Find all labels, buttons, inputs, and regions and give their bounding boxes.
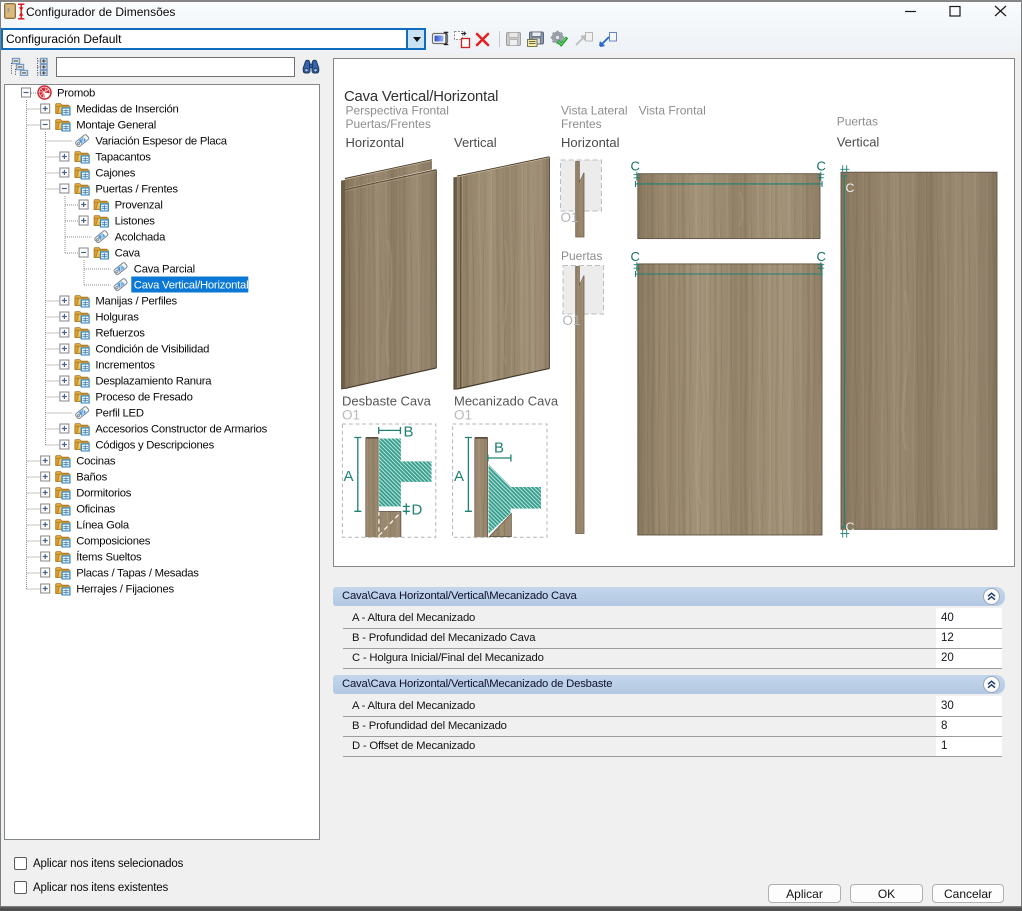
svg-text:Holguras: Holguras [95, 312, 139, 324]
svg-text:D: D [412, 502, 423, 519]
svg-text:C: C [631, 159, 640, 174]
svg-text:C: C [631, 249, 640, 264]
svg-text:Oficinas: Oficinas [76, 504, 115, 516]
svg-text:A: A [344, 468, 354, 485]
svg-text:Dormitorios: Dormitorios [76, 488, 132, 500]
svg-text:Ítems Sueltos: Ítems Sueltos [76, 551, 142, 564]
svg-text:Mecanizado Cava: Mecanizado Cava [454, 394, 559, 409]
svg-text:Herrajes / Fijaciones: Herrajes / Fijaciones [76, 584, 174, 596]
svg-text:Horizontal: Horizontal [346, 135, 405, 150]
svg-text:Refuerzos: Refuerzos [95, 328, 145, 340]
svg-text:Puertas / Frentes: Puertas / Frentes [95, 184, 178, 196]
svg-text:Variación Espesor de Placa: Variación Espesor de Placa [95, 136, 227, 148]
svg-text:O1: O1 [561, 210, 579, 225]
svg-text:Incrementos: Incrementos [95, 360, 155, 372]
svg-text:O1: O1 [454, 408, 472, 423]
svg-text:Vertical: Vertical [454, 135, 497, 150]
svg-text:Manijas / Perfiles: Manijas / Perfiles [95, 296, 177, 308]
svg-text:B: B [404, 424, 414, 441]
svg-text:Provenzal: Provenzal [115, 200, 163, 212]
svg-text:Cava Vertical/Horizontal: Cava Vertical/Horizontal [134, 280, 249, 292]
svg-text:Desplazamiento Ranura: Desplazamiento Ranura [95, 376, 212, 388]
svg-text:Perfil LED: Perfil LED [95, 408, 143, 420]
svg-text:Puertas/Frentes: Puertas/Frentes [346, 117, 431, 131]
svg-text:Acolchada: Acolchada [115, 232, 166, 244]
svg-text:Vista Lateral: Vista Lateral [561, 104, 628, 118]
svg-text:C: C [846, 181, 855, 195]
svg-text:Horizontal: Horizontal [561, 135, 620, 150]
svg-text:O1: O1 [342, 408, 360, 423]
svg-text:Montaje General: Montaje General [76, 120, 156, 132]
svg-text:Línea Gola: Línea Gola [76, 520, 130, 532]
svg-text:Vertical: Vertical [837, 135, 880, 150]
svg-text:Cajones: Cajones [95, 168, 135, 180]
svg-text:C: C [817, 159, 826, 174]
svg-text:Condición de Visibilidad: Condición de Visibilidad [95, 344, 209, 356]
svg-text:Cava: Cava [115, 248, 141, 260]
svg-text:Códigos y Descripciones: Códigos y Descripciones [95, 440, 214, 452]
svg-text:Listones: Listones [115, 216, 156, 228]
svg-text:O1: O1 [563, 313, 581, 328]
svg-text:Proceso de Fresado: Proceso de Fresado [95, 392, 192, 404]
svg-text:Placas / Tapas / Mesadas: Placas / Tapas / Mesadas [76, 568, 199, 580]
svg-text:Composiciones: Composiciones [76, 536, 151, 548]
svg-text:B: B [494, 440, 504, 457]
svg-text:Medidas de Inserción: Medidas de Inserción [76, 104, 178, 116]
svg-text:C: C [846, 520, 855, 534]
svg-text:Promob: Promob [57, 88, 95, 100]
svg-text:Accesorios Constructor de Arma: Accesorios Constructor de Armarios [95, 424, 267, 436]
svg-text:Puertas: Puertas [561, 249, 602, 263]
svg-text:Perspectiva Frontal: Perspectiva Frontal [346, 104, 449, 118]
svg-text:Desbaste Cava: Desbaste Cava [342, 394, 432, 409]
svg-text:Puertas: Puertas [837, 115, 878, 129]
svg-text:Baños: Baños [76, 472, 107, 484]
svg-text:Tapacantos: Tapacantos [95, 152, 151, 164]
svg-text:Cava Parcial: Cava Parcial [134, 264, 195, 276]
svg-text:Cocinas: Cocinas [76, 456, 116, 468]
svg-text:C: C [817, 249, 826, 264]
svg-text:A: A [454, 468, 464, 485]
svg-text:Frentes: Frentes [561, 117, 602, 131]
svg-text:Vista Frontal: Vista Frontal [639, 104, 706, 118]
